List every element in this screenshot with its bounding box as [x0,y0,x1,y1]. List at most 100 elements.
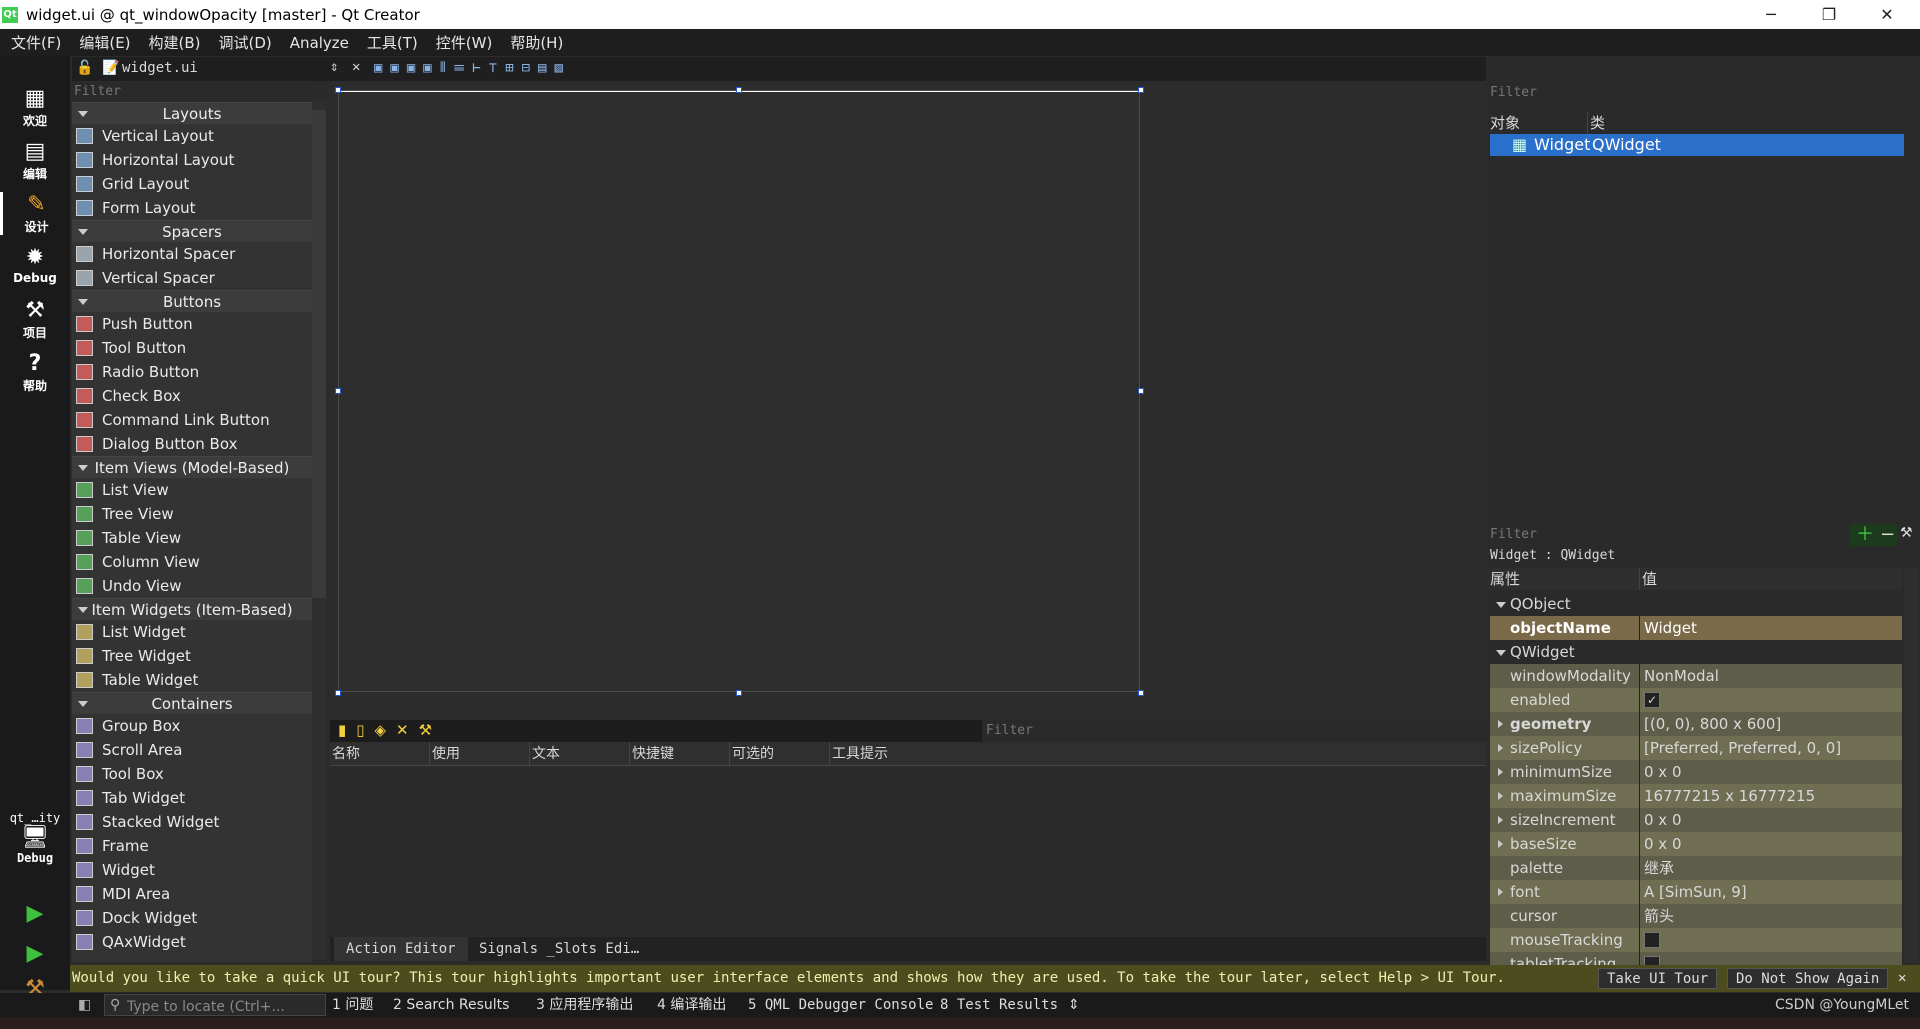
do-not-show-again-button[interactable]: Do Not Show Again [1727,968,1889,989]
property-value[interactable]: [Preferred, Preferred, 0, 0] [1640,736,1902,760]
menu-file[interactable]: 文件(F) [0,32,68,53]
menu-widgets[interactable]: 控件(W) [425,32,500,53]
widget-item[interactable]: List View [72,478,312,502]
form-layout-toolbar[interactable]: ▣▣▣▣⦀☰⊢⊤⊞⊟▤▧ [374,60,571,76]
menu-debug[interactable]: 调试(D) [208,32,279,53]
close-tour-icon[interactable]: ✕ [1898,965,1906,992]
col-value[interactable]: 值 [1640,568,1657,590]
remove-property-icon[interactable]: − [1880,524,1895,546]
widget-item[interactable]: Dock Widget [72,906,312,930]
widget-item[interactable]: Grid Layout [72,172,312,196]
pane-qml-console[interactable]: 5 QML Debugger Console [748,993,933,1017]
widget-category[interactable]: Item Views (Model-Based) [72,456,312,478]
property-value[interactable]: 0 x 0 [1640,808,1902,832]
property-value[interactable]: 16777215 x 16777215 [1640,784,1902,808]
col-name[interactable]: 名称 [330,742,430,765]
property-filter-input[interactable]: Filter [1488,524,1848,546]
property-row[interactable]: palette 继承 [1490,856,1902,880]
property-row[interactable]: font A [SimSun, 9] [1490,880,1902,904]
col-checkable[interactable]: 可选的 [730,742,830,765]
resize-handle[interactable] [335,87,341,93]
widget-item[interactable]: Table Widget [72,668,312,692]
property-group-row[interactable]: QWidget [1490,640,1902,664]
designer-form[interactable] [338,90,1140,692]
more-panes-icon[interactable]: ⇕ [1068,993,1080,1017]
widget-item[interactable]: Vertical Layout [72,124,312,148]
resize-handle[interactable] [1138,388,1144,394]
object-inspector-scrollbar[interactable] [1904,110,1918,520]
widget-item[interactable]: Check Box [72,384,312,408]
property-row[interactable]: baseSize 0 x 0 [1490,832,1902,856]
menu-tools[interactable]: 工具(T) [356,32,425,53]
widget-item[interactable]: List Widget [72,620,312,644]
pane-test-results[interactable]: 8 Test Results [940,993,1058,1017]
property-row[interactable]: minimumSize 0 x 0 [1490,760,1902,784]
widget-item[interactable]: Frame [72,834,312,858]
mode-edit[interactable]: ▤ 编辑 [0,139,70,182]
menu-edit[interactable]: 编辑(E) [68,32,137,53]
pane-issues[interactable]: 1 问题 [332,993,373,1017]
property-row[interactable]: maximumSize 16777215 x 16777215 [1490,784,1902,808]
widget-item[interactable]: Tree Widget [72,644,312,668]
kit-selector[interactable]: qt_…ity 🖥 Debug [0,811,70,865]
widget-item[interactable]: Radio Button [72,360,312,384]
widget-item[interactable]: Push Button [72,312,312,336]
debug-run-button[interactable]: ▶ [0,941,70,967]
scroll-thumb[interactable] [312,110,326,598]
configure-icon[interactable]: ⚒ [1900,525,1913,541]
property-checkbox[interactable]: ✓ [1644,692,1660,708]
resize-handle[interactable] [335,388,341,394]
resize-handle[interactable] [1138,690,1144,696]
widget-box-filter[interactable]: Filter [72,82,312,102]
property-checkbox[interactable] [1644,932,1660,948]
col-property[interactable]: 属性 [1488,568,1640,590]
property-value[interactable]: A [SimSun, 9] [1640,880,1902,904]
run-button[interactable]: ▶ [0,901,70,927]
editor-tab-filename[interactable]: widget.ui [122,60,198,76]
widget-item[interactable]: Column View [72,550,312,574]
property-value[interactable]: 箭头 [1640,904,1902,928]
col-text[interactable]: 文本 [530,742,630,765]
object-row-selected[interactable]: ▦ Widget QWidget [1490,134,1906,156]
property-value[interactable]: 0 x 0 [1640,832,1902,856]
property-row[interactable]: sizeIncrement 0 x 0 [1490,808,1902,832]
locator-input[interactable]: Type to locate (Ctrl+... [104,994,326,1016]
col-tooltip[interactable]: 工具提示 [830,742,980,765]
tab-action-editor[interactable]: Action Editor [334,937,468,961]
property-scrollbar[interactable] [1904,568,1918,962]
property-row[interactable]: geometry [(0, 0), 800 x 600] [1490,712,1902,736]
widget-item[interactable]: Widget [72,858,312,882]
pane-compile-output[interactable]: 4 编译输出 [657,993,726,1017]
widget-item[interactable]: Command Link Button [72,408,312,432]
close-button[interactable]: ✕ [1858,0,1916,29]
widget-item[interactable]: Tree View [72,502,312,526]
pane-search-results[interactable]: 2 Search Results [393,993,509,1017]
action-toolbar-icons[interactable]: ▮▯◈✕⚒ [338,721,442,739]
object-inspector-filter[interactable]: Filter [1488,82,1920,104]
close-tab-icon[interactable]: ✕ [352,59,360,75]
action-table-body[interactable] [330,766,1486,937]
restore-button[interactable]: ❐ [1800,0,1858,29]
property-row[interactable]: mouseTracking [1490,928,1902,952]
widget-item[interactable]: Horizontal Spacer [72,242,312,266]
tab-switch-icon[interactable]: ⇕ [330,59,338,75]
property-value[interactable]: [(0, 0), 800 x 600] [1640,712,1902,736]
col-used[interactable]: 使用 [430,742,530,765]
widget-category[interactable]: Layouts [72,102,312,124]
resize-handle[interactable] [736,87,742,93]
pane-app-output[interactable]: 3 应用程序输出 [536,993,633,1017]
property-value[interactable]: 继承 [1640,856,1902,880]
tab-signals-slots[interactable]: Signals _Slots Edi… [467,937,651,961]
property-row[interactable]: enabled ✓ [1490,688,1902,712]
resize-handle[interactable] [1138,87,1144,93]
widget-item[interactable]: Scroll Area [72,738,312,762]
widget-item[interactable]: Tab Widget [72,786,312,810]
widget-category[interactable]: Item Widgets (Item-Based) [72,598,312,620]
action-filter-input[interactable]: Filter [982,720,1486,742]
col-class[interactable]: 类 [1588,112,1605,134]
menu-build[interactable]: 构建(B) [138,32,208,53]
widget-item[interactable]: Table View [72,526,312,550]
resize-handle[interactable] [736,690,742,696]
property-value[interactable]: NonModal [1640,664,1902,688]
widget-item[interactable]: Tool Box [72,762,312,786]
